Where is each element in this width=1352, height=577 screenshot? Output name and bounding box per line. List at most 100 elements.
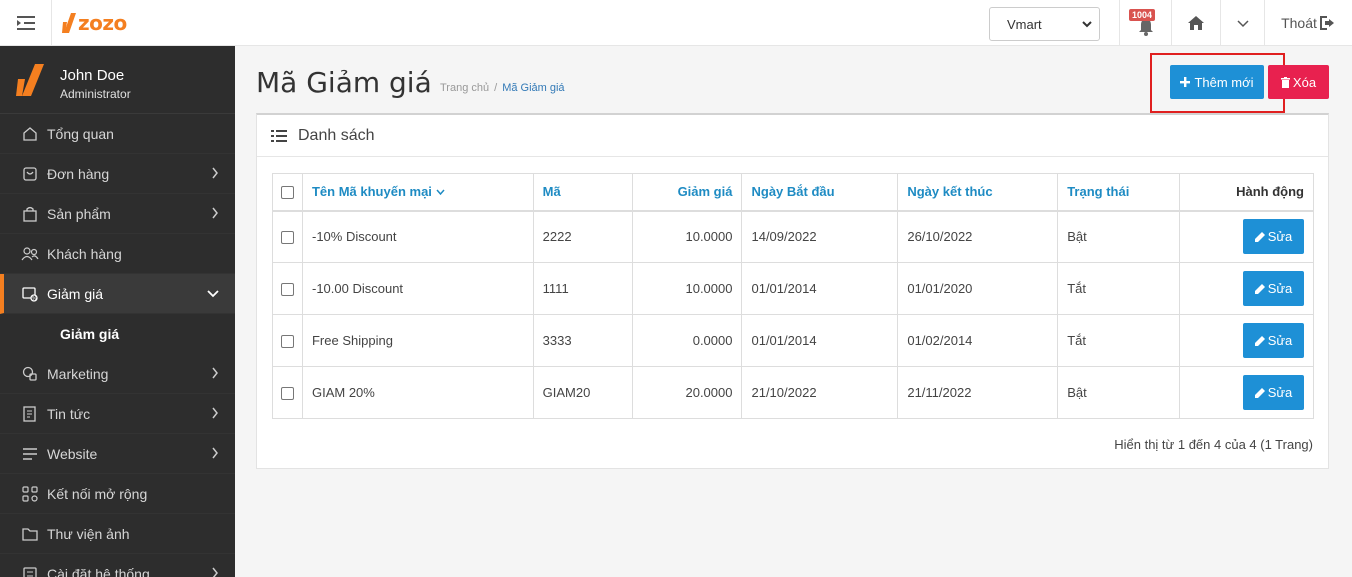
panel-header: Danh sách: [257, 115, 1328, 157]
cell-discount: 10.0000: [631, 262, 743, 315]
sidebar-item-label: Cài đặt hệ thống: [47, 565, 150, 577]
column-header-code[interactable]: Mã: [532, 173, 633, 212]
pencil-icon: [1254, 335, 1265, 346]
table-row: -10.00 Discount 1111 10.0000 01/01/2014 …: [272, 262, 1314, 315]
home-button[interactable]: [1171, 0, 1220, 46]
edit-label: Sửa: [1267, 229, 1293, 245]
chevron-right-icon: [212, 207, 218, 219]
row-checkbox[interactable]: [281, 335, 294, 349]
breadcrumb-current[interactable]: Mã Giảm giá: [502, 82, 564, 94]
edit-button[interactable]: Sửa: [1243, 323, 1304, 358]
pencil-icon: [1254, 231, 1265, 242]
column-header-action: Hành động: [1179, 173, 1314, 212]
cell-status: Tắt: [1057, 314, 1181, 367]
column-header-status[interactable]: Trạng thái: [1057, 173, 1181, 212]
cell-start-date: 01/01/2014: [741, 314, 899, 367]
cell-start-date: 14/09/2022: [741, 210, 899, 263]
add-new-button[interactable]: Thêm mới: [1170, 65, 1264, 99]
store-select[interactable]: Vmart: [989, 7, 1100, 41]
cell-status: Tắt: [1057, 262, 1181, 315]
column-header-label: Mã: [542, 184, 561, 200]
sidebar: John Doe Administrator Tổng quan Đơn hàn…: [0, 46, 235, 577]
row-select-cell: [272, 262, 303, 315]
sidebar-item-gallery[interactable]: Thư viện ảnh: [0, 514, 235, 554]
cell-discount: 10.0000: [631, 210, 743, 263]
settings-icon: [23, 566, 37, 577]
panel-title: Danh sách: [298, 126, 375, 144]
news-icon: [23, 405, 36, 422]
breadcrumb-separator: /: [494, 82, 498, 94]
column-header-name[interactable]: Tên Mã khuyến mại: [301, 173, 534, 212]
sidebar-item-orders[interactable]: Đơn hàng: [0, 154, 235, 194]
sign-out-icon: [1319, 16, 1334, 30]
cell-code: 2222: [532, 210, 633, 263]
marketing-icon: [22, 366, 37, 381]
sidebar-item-integrations[interactable]: Kết nối mở rộng: [0, 474, 235, 514]
chevron-down-icon: [1082, 21, 1092, 28]
row-checkbox[interactable]: [281, 387, 294, 401]
sort-desc-icon: [435, 189, 445, 196]
sidebar-item-label: Thư viện ảnh: [47, 525, 130, 542]
sidebar-subitem-discount-codes[interactable]: Giảm giá: [0, 314, 235, 354]
column-header-end-date[interactable]: Ngày kết thúc: [897, 173, 1059, 212]
column-header-label: Tên Mã khuyến mại: [311, 184, 432, 200]
store-select-value: Vmart: [1007, 16, 1042, 32]
edit-label: Sửa: [1267, 333, 1293, 348]
row-checkbox[interactable]: [281, 231, 294, 245]
cell-start-date: 21/10/2022: [741, 366, 899, 419]
cell-discount: 20.0000: [631, 366, 743, 419]
sidebar-item-label: Marketing: [47, 365, 109, 382]
cell-name: -10.00 Discount: [301, 262, 534, 315]
cell-code: 1111: [532, 262, 633, 315]
user-name: John Doe: [60, 67, 125, 84]
column-header-label: Hành động: [1236, 184, 1304, 200]
table-row: -10% Discount 2222 10.0000 14/09/2022 26…: [272, 210, 1314, 263]
sidebar-item-label: Đơn hàng: [47, 165, 110, 182]
trash-icon: [1280, 76, 1290, 88]
sidebar-item-news[interactable]: Tin tức: [0, 394, 235, 434]
sidebar-item-marketing[interactable]: Marketing: [0, 354, 235, 394]
sidebar-item-website[interactable]: Website: [0, 434, 235, 474]
sidebar-toggle-button[interactable]: [0, 0, 52, 46]
column-header-label: Giảm giá: [677, 184, 733, 200]
sidebar-item-overview[interactable]: Tổng quan: [0, 114, 235, 154]
sidebar-item-label: Sản phẩm: [47, 205, 111, 222]
edit-button[interactable]: Sửa: [1243, 271, 1304, 306]
delete-button[interactable]: Xóa: [1268, 65, 1329, 99]
sidebar-item-discounts[interactable]: % Giảm giá: [0, 274, 235, 314]
sidebar-item-products[interactable]: Sản phẩm: [0, 194, 235, 234]
column-header-label: Ngày Bắt đầu: [751, 184, 835, 200]
bag-icon: [23, 206, 37, 222]
cell-code: 3333: [532, 314, 633, 367]
notification-badge: 1004: [1129, 9, 1156, 21]
delete-label: Xóa: [1292, 74, 1317, 90]
chevron-right-icon: [212, 367, 218, 379]
user-profile[interactable]: John Doe Administrator: [0, 46, 235, 114]
breadcrumb-home-link[interactable]: Trang chủ: [440, 82, 489, 94]
sidebar-item-settings[interactable]: Cài đặt hệ thống: [0, 554, 235, 577]
column-header-discount[interactable]: Giảm giá: [631, 173, 743, 212]
user-menu-toggle[interactable]: [1220, 0, 1264, 46]
svg-text:%: %: [32, 296, 37, 302]
list-panel: Danh sách Tên Mã khuyến mại Mã Giảm giá …: [256, 113, 1329, 469]
edit-button[interactable]: Sửa: [1243, 219, 1304, 255]
column-header-start-date[interactable]: Ngày Bắt đầu: [741, 173, 899, 212]
cell-action: Sửa: [1179, 262, 1314, 315]
notifications-button[interactable]: 1004: [1119, 0, 1171, 46]
table-header-row: Tên Mã khuyến mại Mã Giảm giá Ngày Bắt đ…: [272, 173, 1314, 212]
select-all-checkbox[interactable]: [281, 186, 294, 200]
logout-button[interactable]: Thoát: [1264, 0, 1352, 46]
row-checkbox[interactable]: [281, 283, 294, 297]
home-outline-icon: [23, 126, 37, 141]
cell-start-date: 01/01/2014: [741, 262, 899, 315]
top-bar: zozo Vmart 1004 Thoát: [0, 0, 1352, 46]
cell-end-date: 21/11/2022: [897, 366, 1059, 419]
pencil-icon: [1254, 283, 1265, 294]
brand-logo[interactable]: zozo: [62, 11, 127, 35]
cell-action: Sửa: [1179, 366, 1314, 419]
table-row: Free Shipping 3333 0.0000 01/01/2014 01/…: [272, 314, 1314, 367]
sidebar-item-customers[interactable]: Khách hàng: [0, 234, 235, 274]
edit-button[interactable]: Sửa: [1243, 375, 1304, 410]
sidebar-item-label: Giảm giá: [47, 285, 104, 302]
folder-icon: [22, 527, 38, 541]
